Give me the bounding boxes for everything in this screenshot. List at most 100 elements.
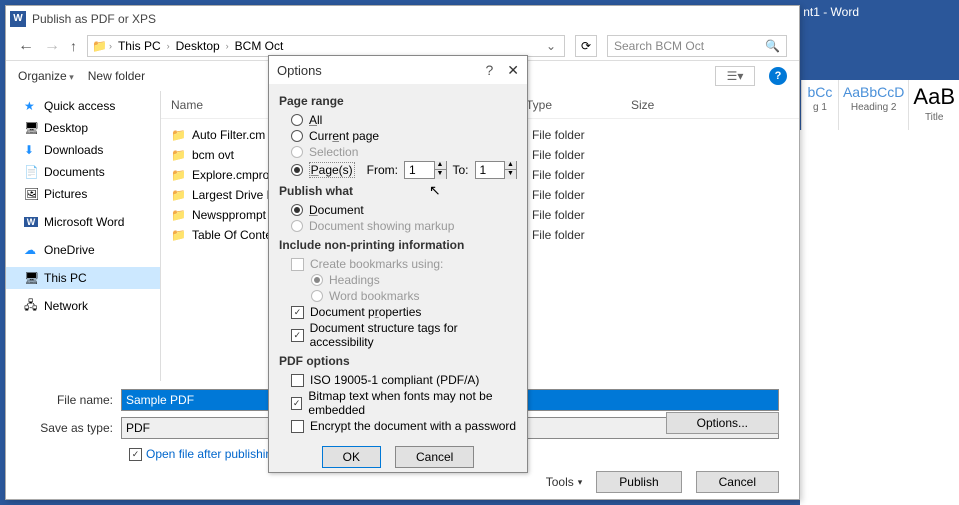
from-spinner[interactable]: 1 ▲▼ <box>404 161 446 179</box>
options-title: Options <box>277 63 485 78</box>
nav-item-desktop[interactable]: 🖥 Desktop <box>6 117 160 139</box>
radio-headings-row: Headings <box>279 272 517 288</box>
chk-iso[interactable] <box>291 374 304 387</box>
radio-headings-label: Headings <box>329 273 380 287</box>
file-type: File folder <box>532 148 637 162</box>
crumb-desktop[interactable]: Desktop <box>172 39 224 53</box>
radio-wordbookmarks-row: Word bookmarks <box>279 288 517 304</box>
to-spinner[interactable]: 1 ▲▼ <box>475 161 517 179</box>
breadcrumb-dropdown-icon[interactable]: ⌄ <box>542 39 560 53</box>
radio-all[interactable] <box>291 114 303 126</box>
radio-current-row[interactable]: Current page <box>279 128 517 144</box>
folder-icon: 📁 <box>171 168 186 182</box>
nav-item-pictures[interactable]: 🖼Pictures <box>6 183 160 205</box>
to-down-icon[interactable]: ▼ <box>505 170 516 179</box>
save-as-type-label: Save as type: <box>26 421 121 435</box>
open-after-checkbox[interactable] <box>129 448 142 461</box>
radio-all-label: ll <box>317 113 322 127</box>
search-icon[interactable]: 🔍 <box>765 39 780 53</box>
to-up-icon[interactable]: ▲ <box>505 161 516 170</box>
nav-icon: 🖼 <box>24 187 38 201</box>
nav-item-microsoft-word[interactable]: WMicrosoft Word <box>6 211 160 233</box>
nav-item-this-pc[interactable]: 🖥This PC <box>6 267 160 289</box>
style-title[interactable]: AaB Title <box>908 80 959 130</box>
chk-encrypt-row[interactable]: Encrypt the document with a password <box>279 418 517 434</box>
chk-docstruct-row[interactable]: Document structure tags for accessibilit… <box>279 320 517 350</box>
publish-button[interactable]: Publish <box>596 471 681 493</box>
chk-docprops[interactable] <box>291 306 304 319</box>
chk-bookmarks <box>291 258 304 271</box>
radio-document[interactable] <box>291 204 303 216</box>
chk-encrypt[interactable] <box>291 420 304 433</box>
folder-icon: 📁 <box>171 148 186 162</box>
file-type: File folder <box>532 128 637 142</box>
group-page-range: Page range <box>279 94 517 108</box>
refresh-icon[interactable]: ⟳ <box>575 35 597 57</box>
from-up-icon[interactable]: ▲ <box>435 161 446 170</box>
help-icon[interactable]: ? <box>769 67 787 85</box>
word-icon: W <box>10 11 26 27</box>
nav-icon: 🖥 <box>24 121 38 135</box>
radio-markup-label: Document showing markup <box>309 219 454 233</box>
crumb-bcmoct[interactable]: BCM Oct <box>231 39 288 53</box>
radio-wordbookmarks-label: Word bookmarks <box>329 289 419 303</box>
style-heading2[interactable]: AaBbCcD Heading 2 <box>838 80 908 130</box>
col-type[interactable]: Type <box>526 98 631 112</box>
radio-markup-row: Document showing markup <box>279 218 517 234</box>
crumb-thispc[interactable]: This PC <box>114 39 165 53</box>
breadcrumb[interactable]: 📁 › This PC › Desktop › BCM Oct ⌄ <box>87 35 565 57</box>
radio-markup <box>291 220 303 232</box>
tools-button[interactable]: Tools▾ <box>546 475 583 489</box>
chk-docprops-row[interactable]: Document properties <box>279 304 517 320</box>
chk-docstruct[interactable] <box>291 329 304 342</box>
style-heading1[interactable]: bCc g 1 <box>801 80 838 130</box>
radio-all-row[interactable]: All <box>279 112 517 128</box>
options-help-icon[interactable]: ? <box>485 62 493 78</box>
nav-item-quick-access[interactable]: ★Quick access <box>6 95 160 117</box>
folder-icon: 📁 <box>171 228 186 242</box>
nav-label: This PC <box>44 271 87 285</box>
from-down-icon[interactable]: ▼ <box>435 170 446 179</box>
options-dialog: Options ? ✕ Page range All Current page … <box>268 55 528 473</box>
col-size[interactable]: Size <box>631 98 654 112</box>
nav-item-network[interactable]: 🖧Network <box>6 295 160 317</box>
view-mode-button[interactable]: ☰▾ <box>715 66 755 86</box>
search-input[interactable]: Search BCM Oct 🔍 <box>607 35 787 57</box>
nav-label: Downloads <box>44 143 103 157</box>
nav-up-icon[interactable]: ↑ <box>70 38 77 54</box>
nav-icon: ⬇ <box>24 143 38 157</box>
file-type: File folder <box>532 228 637 242</box>
options-button[interactable]: Options... <box>666 412 779 434</box>
nav-label: Documents <box>44 165 105 179</box>
chk-bitmap[interactable] <box>291 397 302 410</box>
new-folder-button[interactable]: New folder <box>88 69 145 83</box>
chk-encrypt-label: Encrypt the document with a password <box>310 419 516 433</box>
chk-iso-row[interactable]: ISO 19005-1 compliant (PDF/A) <box>279 372 517 388</box>
organize-button[interactable]: Organize <box>18 69 74 83</box>
ok-button[interactable]: OK <box>322 446 381 468</box>
radio-pages-row[interactable]: Page(s) From: 1 ▲▼ To: 1 ▲▼ <box>279 160 517 180</box>
nav-item-downloads[interactable]: ⬇ Downloads <box>6 139 160 161</box>
folder-icon: 📁 <box>171 188 186 202</box>
folder-icon: 📁 <box>171 128 186 142</box>
nav-back-icon[interactable]: ← <box>18 37 34 55</box>
options-cancel-button[interactable]: Cancel <box>395 446 474 468</box>
options-titlebar: Options ? ✕ <box>269 56 527 84</box>
word-document-area <box>800 130 959 505</box>
chk-bookmarks-label: Create bookmarks using: <box>310 257 443 271</box>
cancel-button[interactable]: Cancel <box>696 471 779 493</box>
nav-item-documents[interactable]: 📄Documents <box>6 161 160 183</box>
radio-current[interactable] <box>291 130 303 142</box>
nav-item-onedrive[interactable]: ☁OneDrive <box>6 239 160 261</box>
radio-document-row[interactable]: Document <box>279 202 517 218</box>
radio-pages[interactable] <box>291 164 303 176</box>
nav-label: Desktop <box>44 121 88 135</box>
chk-bitmap-label: Bitmap text when fonts may not be embedd… <box>308 389 517 417</box>
publish-titlebar: W Publish as PDF or XPS <box>6 6 799 31</box>
options-close-icon[interactable]: ✕ <box>507 62 519 79</box>
chk-bitmap-row[interactable]: Bitmap text when fonts may not be embedd… <box>279 388 517 418</box>
chk-bookmarks-row: Create bookmarks using: <box>279 256 517 272</box>
radio-wordbookmarks <box>311 290 323 302</box>
nav-label: OneDrive <box>44 243 95 257</box>
folder-icon: 📁 <box>171 208 186 222</box>
